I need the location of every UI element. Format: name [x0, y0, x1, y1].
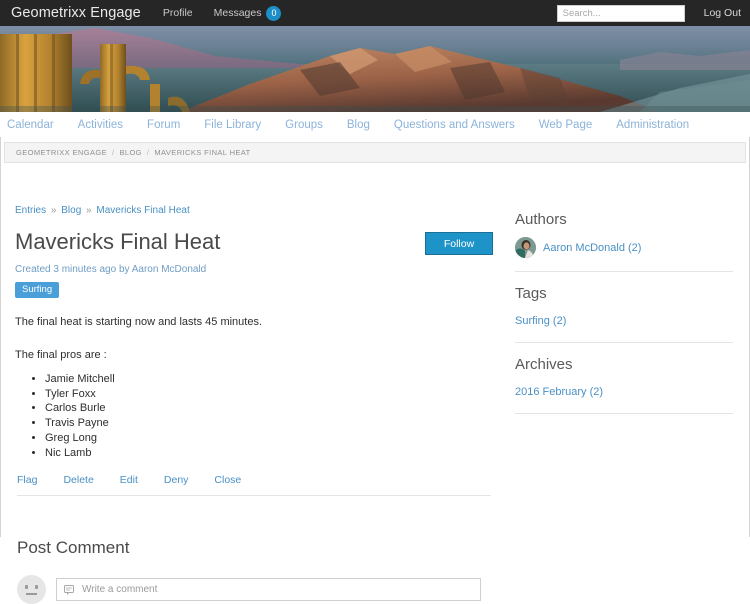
list-item: Jamie Mitchell [45, 373, 493, 387]
nav-item-forum[interactable]: Forum [147, 119, 180, 131]
comment-bubble-icon [64, 584, 74, 595]
top-header-right: Log Out [556, 0, 741, 26]
page-title: Mavericks Final Heat [15, 229, 221, 254]
comment-input[interactable]: Write a comment [56, 578, 481, 602]
list-item: Greg Long [45, 432, 493, 446]
top-nav: Profile Messages 0 [163, 5, 303, 21]
top-nav-messages[interactable]: Messages 0 [213, 5, 282, 21]
list-item: Nic Lamb [45, 447, 493, 461]
post-actions: Flag Delete Edit Deny Close [15, 474, 493, 486]
sidebar-archives-heading: Archives [515, 356, 573, 373]
breadcrumb-separator-2: / [146, 148, 150, 157]
nav-item-activities[interactable]: Activities [78, 119, 123, 131]
top-header-bar: Geometrixx Engage Profile Messages 0 Log … [0, 0, 750, 26]
nav-item-web-page[interactable]: Web Page [539, 119, 593, 131]
close-link[interactable]: Close [214, 474, 241, 486]
avatar [17, 575, 46, 604]
breadcrumb: GEOMETRIXX ENGAGE / BLOG / MAVERICKS FIN… [4, 142, 746, 163]
follow-button[interactable]: Follow [425, 232, 493, 255]
nav-item-calendar[interactable]: Calendar [7, 119, 54, 131]
sidebar-archive-link[interactable]: 2016 February (2) [515, 386, 603, 398]
list-item: Carlos Burle [45, 402, 493, 416]
sidebar-section-archives: Archives 2016 February (2) [515, 356, 733, 413]
list-item: Travis Payne [45, 417, 493, 431]
pros-list: Jamie Mitchell Tyler Foxx Carlos Burle T… [15, 373, 493, 461]
sidebar-author-entry[interactable]: Aaron McDonald (2) [515, 237, 733, 258]
post-paragraph-2: The final pros are : [15, 348, 107, 361]
messages-count-badge: 0 [266, 5, 282, 21]
deny-link[interactable]: Deny [164, 474, 189, 486]
post-title-row: Mavericks Final Heat Follow [15, 229, 493, 255]
mini-breadcrumb-blog[interactable]: Blog [61, 205, 81, 216]
breadcrumb-section[interactable]: BLOG [119, 148, 141, 157]
nav-item-file-library[interactable]: File Library [204, 119, 261, 131]
logout-link[interactable]: Log Out [704, 7, 741, 19]
top-nav-messages-label: Messages [213, 7, 262, 19]
post-paragraph-1: The final heat is starting now and lasts… [15, 316, 263, 328]
post-divider [17, 495, 491, 497]
page-frame: GEOMETRIXX ENGAGE / BLOG / MAVERICKS FIN… [0, 137, 750, 604]
hero-banner-image [0, 26, 750, 112]
sidebar: Authors Aaron McDonald (2) Tags Surfing … [493, 163, 733, 604]
list-item: Tyler Foxx [45, 388, 493, 402]
nav-item-groups[interactable]: Groups [285, 119, 323, 131]
sidebar-divider-3 [515, 413, 733, 414]
breadcrumb-root[interactable]: GEOMETRIXX ENGAGE [16, 148, 107, 157]
post-meta: Created 3 minutes ago by Aaron McDonald [15, 264, 207, 275]
author-photo-icon [515, 237, 536, 258]
flag-link[interactable]: Flag [17, 474, 37, 486]
avatar-eye-right-icon [35, 585, 38, 590]
nav-item-blog[interactable]: Blog [347, 119, 370, 131]
edit-link[interactable]: Edit [120, 474, 138, 486]
breadcrumb-current: MAVERICKS FINAL HEAT [154, 148, 251, 157]
sidebar-divider-1 [515, 271, 733, 272]
avatar [515, 237, 536, 258]
status-badge[interactable]: Surfing [15, 282, 60, 298]
hero-desert-landscape-illustration [0, 26, 750, 112]
mini-breadcrumb-arrow-2: » [86, 205, 92, 216]
mini-breadcrumb-current[interactable]: Mavericks Final Heat [96, 205, 189, 216]
avatar-eye-left-icon [25, 585, 28, 590]
post-comment-heading: Post Comment [17, 538, 130, 558]
mini-breadcrumb-arrow-1: » [50, 205, 57, 216]
comment-input-placeholder: Write a comment [82, 584, 158, 596]
post-mini-breadcrumb: Entries » Blog » Mavericks Final Heat [15, 205, 493, 216]
sidebar-authors-heading: Authors [515, 211, 567, 228]
site-brand[interactable]: Geometrixx Engage [11, 5, 141, 21]
nav-item-administration[interactable]: Administration [616, 119, 689, 131]
content-columns: Entries » Blog » Mavericks Final Heat Ma… [1, 163, 749, 604]
search-input[interactable] [556, 4, 685, 22]
top-nav-profile[interactable]: Profile [163, 7, 193, 19]
sidebar-divider-2 [515, 342, 733, 343]
mini-breadcrumb-entries[interactable]: Entries [15, 205, 46, 216]
avatar-mouth-icon [26, 593, 37, 596]
nav-item-questions-and-answers[interactable]: Questions and Answers [394, 119, 515, 131]
sidebar-tag-link[interactable]: Surfing (2) [515, 315, 566, 327]
comment-composer: Write a comment [17, 575, 493, 604]
delete-link[interactable]: Delete [63, 474, 93, 486]
top-nav-profile-label: Profile [162, 7, 193, 19]
breadcrumb-separator-1: / [111, 148, 115, 157]
sidebar-section-tags: Tags Surfing (2) [515, 285, 733, 342]
main-content-column: Entries » Blog » Mavericks Final Heat Ma… [11, 163, 493, 604]
sidebar-tags-heading: Tags [515, 285, 547, 302]
main-navigation: Calendar Activities Forum File Library G… [0, 112, 750, 137]
sidebar-section-authors: Authors Aaron McDonald (2) [515, 211, 733, 271]
sidebar-author-link[interactable]: Aaron McDonald (2) [543, 242, 641, 254]
